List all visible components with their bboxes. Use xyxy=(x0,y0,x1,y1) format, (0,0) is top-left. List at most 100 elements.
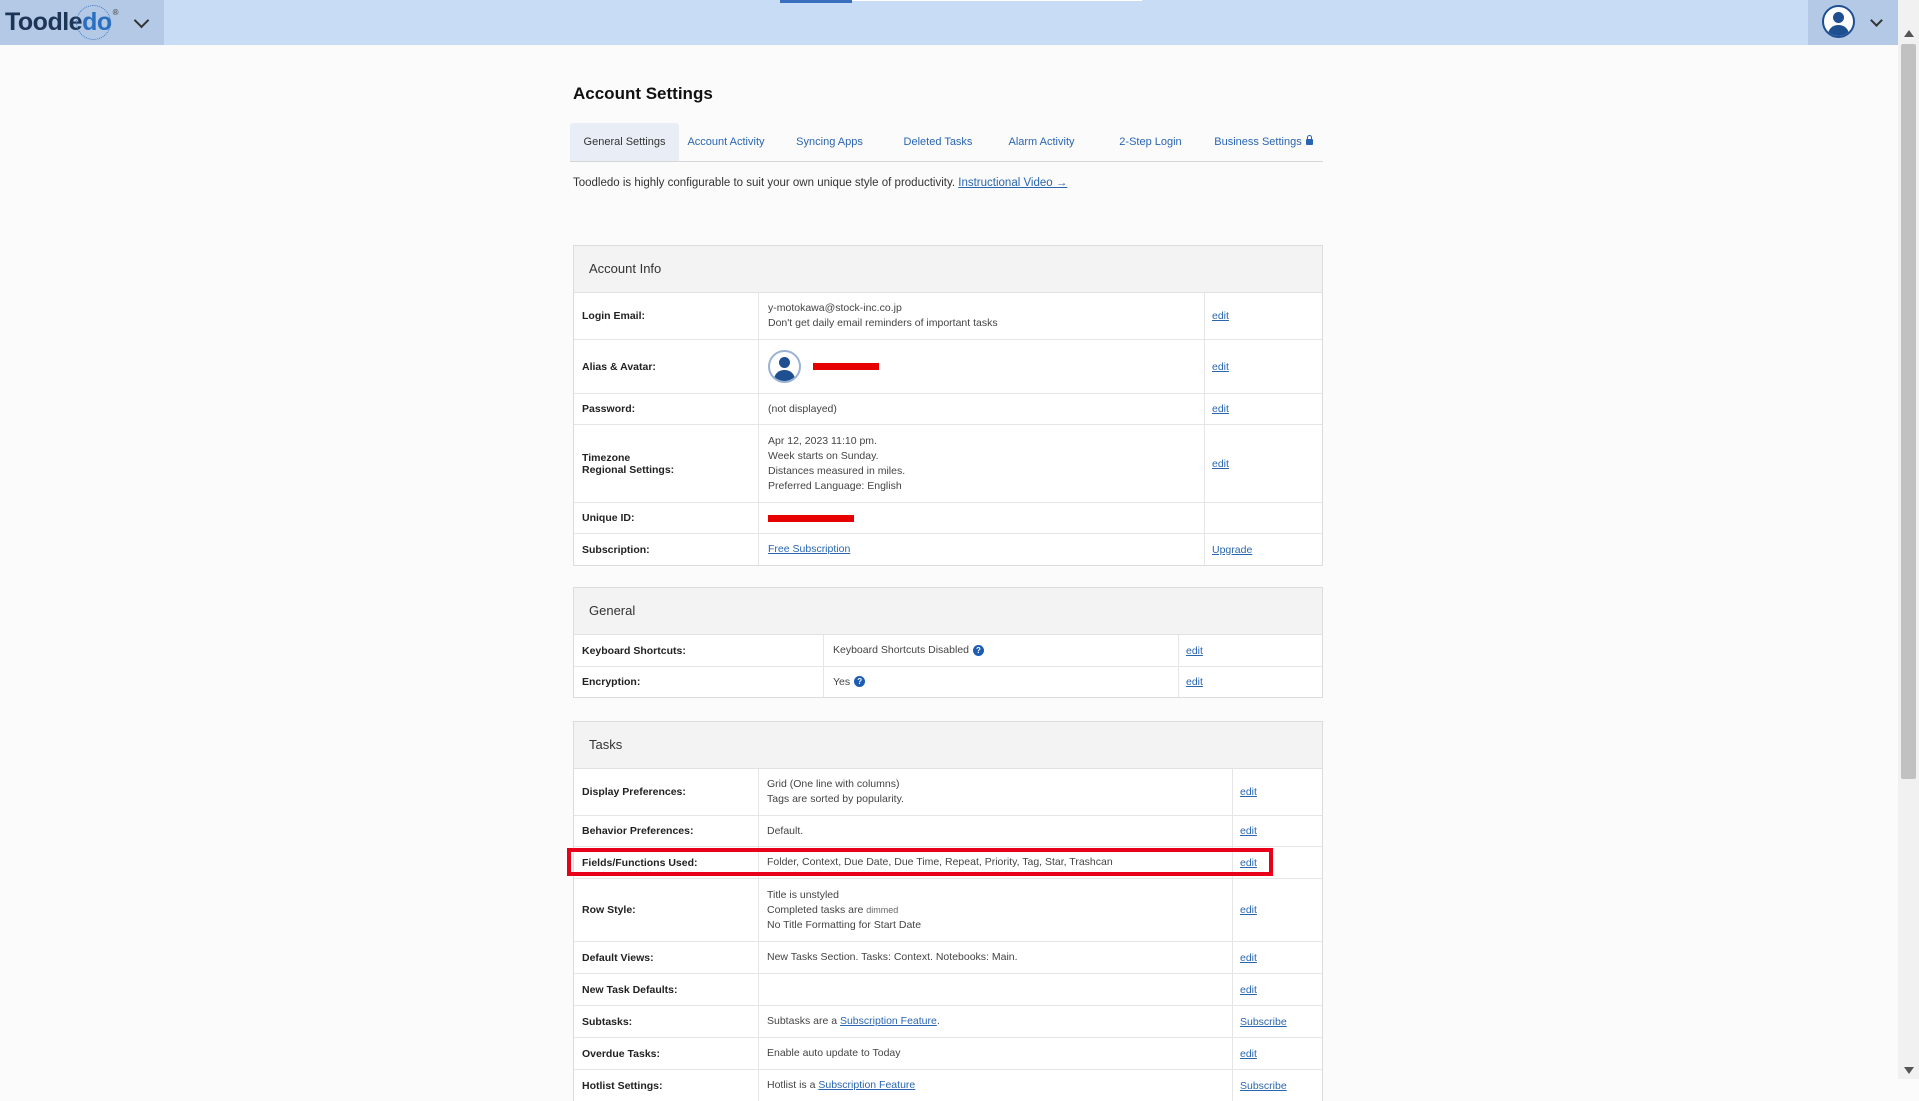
display-layout: Grid (One line with columns) xyxy=(767,778,900,790)
table-row: Overdue Tasks: Enable auto update to Tod… xyxy=(574,1038,1322,1070)
table-row: Subscription: Free Subscription Upgrade xyxy=(574,534,1322,565)
account-info-section: Account Info Login Email: y-motokawa@sto… xyxy=(573,245,1323,566)
top-bar: Toodledo® xyxy=(0,0,1898,45)
general-section: General Keyboard Shortcuts: Keyboard Sho… xyxy=(573,587,1323,698)
row-style-value: Title is unstyled Completed tasks are di… xyxy=(759,879,1179,941)
overdue-tasks-value: Enable auto update to Today xyxy=(767,1047,901,1059)
behavior-preferences-label: Behavior Preferences: xyxy=(574,816,759,846)
alias-edit-link[interactable]: edit xyxy=(1212,361,1322,373)
keyboard-shortcuts-value: Keyboard Shortcuts Disabled? xyxy=(824,635,1178,666)
timezone-edit-link[interactable]: edit xyxy=(1212,458,1322,470)
row-style-edit-cell: edit xyxy=(1232,879,1322,941)
subtasks-subscribe-cell: Subscribe xyxy=(1232,1006,1322,1037)
user-chevron-down-icon[interactable] xyxy=(1870,14,1883,27)
overdue-tasks-label: Overdue Tasks: xyxy=(574,1038,759,1069)
alias-edit-cell: edit xyxy=(1204,340,1322,393)
default-views-edit-link[interactable]: edit xyxy=(1240,952,1322,964)
alias-avatar-icon xyxy=(768,350,801,383)
behavior-edit-link[interactable]: edit xyxy=(1240,825,1322,837)
new-task-edit-link[interactable]: edit xyxy=(1240,984,1322,996)
table-row: Row Style: Title is unstyled Completed t… xyxy=(574,879,1322,942)
scroll-thumb[interactable] xyxy=(1901,44,1916,779)
display-tag-sort: Tags are sorted by popularity. xyxy=(767,793,904,805)
display-edit-link[interactable]: edit xyxy=(1240,786,1322,798)
unique-id-value xyxy=(759,503,1179,533)
subtasks-subscribe-link[interactable]: Subscribe xyxy=(1240,1016,1322,1028)
alias-redaction xyxy=(813,363,879,370)
user-menu[interactable] xyxy=(1808,0,1898,45)
hotlist-feature-link[interactable]: Subscription Feature xyxy=(818,1079,915,1091)
tab-deleted-tasks[interactable]: Deleted Tasks xyxy=(888,123,988,161)
free-subscription-link[interactable]: Free Subscription xyxy=(768,542,1179,557)
scroll-up-arrow-icon[interactable] xyxy=(1904,30,1914,37)
user-avatar-icon[interactable] xyxy=(1822,5,1855,38)
scroll-down-arrow-icon[interactable] xyxy=(1904,1067,1914,1074)
display-preferences-value: Grid (One line with columns) Tags are so… xyxy=(759,769,1179,815)
instructional-video-link[interactable]: Instructional Video → xyxy=(958,177,1067,189)
tab-business-settings[interactable]: Business Settings xyxy=(1204,123,1323,161)
table-row: Timezone Regional Settings: Apr 12, 2023… xyxy=(574,425,1322,503)
tab-business-settings-label: Business Settings xyxy=(1214,136,1302,148)
tab-alarm-activity[interactable]: Alarm Activity xyxy=(994,123,1089,161)
login-email-edit-link[interactable]: edit xyxy=(1212,310,1322,322)
intro-description: Toodledo is highly configurable to suit … xyxy=(573,177,956,189)
vertical-scrollbar[interactable] xyxy=(1898,0,1919,1079)
tab-general-settings[interactable]: General Settings xyxy=(570,123,679,161)
unique-id-empty-cell xyxy=(1204,503,1322,533)
table-row: Encryption: Yes? edit xyxy=(574,667,1322,697)
password-edit-link[interactable]: edit xyxy=(1212,403,1322,415)
intro-text: Toodledo is highly configurable to suit … xyxy=(573,177,1067,189)
table-row: Fields/Functions Used: Folder, Context, … xyxy=(574,847,1322,879)
subscription-label: Subscription: xyxy=(574,534,759,565)
timezone-value: Apr 12, 2023 11:10 pm. Week starts on Su… xyxy=(759,425,1179,502)
brand-menu[interactable]: Toodledo® xyxy=(0,0,164,45)
tab-2-step-login[interactable]: 2-Step Login xyxy=(1100,123,1201,161)
fields-edit-link[interactable]: edit xyxy=(1240,857,1322,869)
table-row: Behavior Preferences: Default. edit xyxy=(574,816,1322,847)
default-views-value: New Tasks Section. Tasks: Context. Noteb… xyxy=(767,951,1018,963)
password-edit-cell: edit xyxy=(1204,394,1322,424)
logo-trademark: ® xyxy=(112,8,119,17)
account-info-header: Account Info xyxy=(574,246,1322,293)
tab-syncing-apps[interactable]: Syncing Apps xyxy=(781,123,878,161)
table-row: Unique ID: xyxy=(574,503,1322,534)
encryption-value: Yes? xyxy=(824,667,1178,697)
new-task-defaults-value xyxy=(759,974,1179,1005)
tasks-section: Tasks Display Preferences: Grid (One lin… xyxy=(573,721,1323,1101)
top-tab-indicator xyxy=(780,0,852,3)
table-row: Default Views: New Tasks Section. Tasks:… xyxy=(574,942,1322,974)
encryption-edit-link[interactable]: edit xyxy=(1186,676,1322,688)
logo-text-part1: Toodle xyxy=(5,8,83,36)
timezone-label: Timezone Regional Settings: xyxy=(574,425,759,502)
hotlist-subscribe-cell: Subscribe xyxy=(1232,1070,1322,1101)
subtasks-feature-link[interactable]: Subscription Feature xyxy=(840,1015,937,1027)
upgrade-link[interactable]: Upgrade xyxy=(1212,544,1322,556)
password-label: Password: xyxy=(574,394,759,424)
hotlist-subscribe-link[interactable]: Subscribe xyxy=(1240,1080,1322,1092)
login-email-label: Login Email: xyxy=(574,293,759,339)
unique-id-label: Unique ID: xyxy=(574,503,759,533)
fields-functions-value: Folder, Context, Due Date, Due Time, Rep… xyxy=(767,856,1113,868)
row-style-label: Row Style: xyxy=(574,879,759,941)
keyboard-edit-link[interactable]: edit xyxy=(1186,645,1322,657)
chevron-down-icon[interactable] xyxy=(133,12,150,29)
row-style-edit-link[interactable]: edit xyxy=(1240,904,1322,916)
subscription-upgrade-cell: Upgrade xyxy=(1204,534,1322,565)
timezone-label-line1: Timezone xyxy=(582,451,631,464)
encryption-status: Yes xyxy=(833,675,851,688)
alias-label: Alias & Avatar: xyxy=(574,340,759,393)
table-row: Hotlist Settings: Hotlist is a Subscript… xyxy=(574,1070,1322,1101)
overdue-edit-link[interactable]: edit xyxy=(1240,1048,1322,1060)
hotlist-prefix: Hotlist is a xyxy=(767,1079,816,1091)
top-tab-indicator-track xyxy=(852,0,1142,1)
info-icon[interactable]: ? xyxy=(973,644,984,656)
login-email-value: y-motokawa@stock-inc.co.jp Don't get dai… xyxy=(759,293,1179,339)
alias-value xyxy=(759,340,1179,393)
lock-icon xyxy=(1305,135,1313,145)
general-header: General xyxy=(574,588,1322,635)
subtasks-prefix: Subtasks are a xyxy=(767,1015,838,1027)
table-row: Display Preferences: Grid (One line with… xyxy=(574,769,1322,816)
tab-account-activity[interactable]: Account Activity xyxy=(681,123,771,161)
info-icon[interactable]: ? xyxy=(854,676,866,688)
table-row: Alias & Avatar: edit xyxy=(574,340,1322,394)
